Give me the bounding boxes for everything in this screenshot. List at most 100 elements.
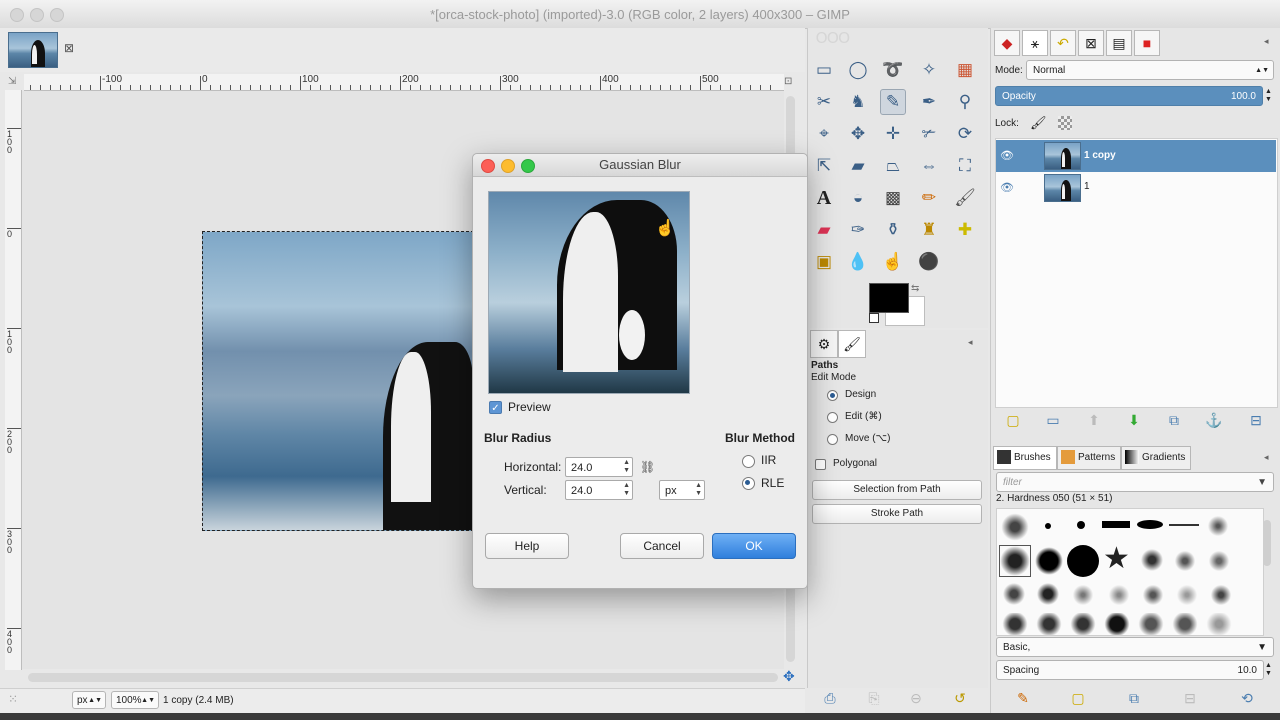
- reset-options-icon[interactable]: ↺: [950, 688, 970, 708]
- edit-brush-icon[interactable]: ✎: [1013, 688, 1033, 708]
- heal-icon[interactable]: ✚: [952, 217, 978, 243]
- color-picker-icon[interactable]: ✒: [916, 89, 942, 115]
- new-layer-group-icon[interactable]: ▭: [1043, 410, 1063, 430]
- rect-select-icon[interactable]: ▭: [811, 57, 837, 83]
- selection-from-path-button[interactable]: Selection from Path: [812, 480, 982, 500]
- zoom-tool-icon[interactable]: ⚲: [952, 89, 978, 115]
- brush-item[interactable]: [1035, 581, 1061, 607]
- swap-colors-icon[interactable]: ⇆: [911, 283, 919, 294]
- new-layer-icon[interactable]: ▢: [1003, 410, 1023, 430]
- images-tab-icon[interactable]: ▤: [1106, 30, 1132, 56]
- spacing-stepper[interactable]: ▲ ▼: [1265, 662, 1272, 678]
- brush-item[interactable]: [1035, 613, 1063, 635]
- paths-tool-icon[interactable]: ✎: [880, 89, 906, 115]
- brush-item[interactable]: [1169, 524, 1199, 526]
- perspective-icon[interactable]: ⏢: [880, 153, 906, 179]
- horizontal-radius-input[interactable]: 24.0 ▲ ▼: [565, 457, 633, 477]
- help-button[interactable]: Help: [485, 533, 569, 559]
- default-colors-icon[interactable]: [869, 313, 879, 323]
- move-tool-icon[interactable]: ✥: [845, 121, 871, 147]
- layer-row[interactable]: 👁 1: [996, 172, 1276, 204]
- bucket-fill-icon[interactable]: ◒: [845, 185, 871, 211]
- fuzzy-select-icon[interactable]: ✧: [916, 57, 942, 83]
- dock-menu-icon[interactable]: ◂: [1264, 36, 1269, 47]
- brush-item[interactable]: [999, 545, 1031, 577]
- flip-icon[interactable]: ⇔: [916, 153, 942, 179]
- horizontal-scrollbar[interactable]: [28, 673, 778, 682]
- dock-menu-icon[interactable]: ◂: [968, 337, 973, 348]
- brush-item[interactable]: [1139, 547, 1165, 573]
- mode-select[interactable]: Normal ▲▼: [1026, 60, 1274, 80]
- lasso-icon[interactable]: ➰: [880, 57, 906, 83]
- anchor-layer-icon[interactable]: ⚓: [1204, 410, 1224, 430]
- chain-link-icon[interactable]: ⛓: [640, 460, 655, 474]
- rotate-icon[interactable]: ⟳: [952, 121, 978, 147]
- zoom-follow-icon[interactable]: ⊡: [784, 76, 792, 87]
- opacity-slider[interactable]: Opacity 100.0: [995, 86, 1263, 106]
- vertical-radius-input[interactable]: 24.0 ▲ ▼: [565, 480, 633, 500]
- brush-item[interactable]: [1067, 545, 1099, 577]
- ok-button[interactable]: OK: [712, 533, 796, 559]
- duplicate-brush-icon[interactable]: ⧉: [1124, 688, 1144, 708]
- delete-layer-icon[interactable]: ⊟: [1246, 410, 1266, 430]
- visibility-eye-icon[interactable]: 👁: [1000, 181, 1014, 194]
- clone-icon[interactable]: ♜: [916, 217, 942, 243]
- navigate-icon[interactable]: ✥: [783, 668, 795, 685]
- text-tool-icon[interactable]: A: [811, 185, 837, 211]
- lower-layer-icon[interactable]: ⬇: [1124, 410, 1144, 430]
- pencil-icon[interactable]: ✏: [916, 185, 942, 211]
- brush-item[interactable]: [1175, 583, 1199, 607]
- paintbrush-icon[interactable]: 🖌: [952, 185, 978, 211]
- brush-item[interactable]: [1173, 549, 1197, 573]
- scissors-icon[interactable]: ✂: [811, 89, 837, 115]
- cage-transform-icon[interactable]: ⛶: [952, 153, 978, 179]
- edit-radio[interactable]: [827, 412, 838, 423]
- align-icon[interactable]: ✛: [880, 121, 906, 147]
- brush-tab-icon[interactable]: 🖌: [838, 330, 866, 358]
- layers-tab-icon[interactable]: ◆: [994, 30, 1020, 56]
- shear-icon[interactable]: ▰: [845, 153, 871, 179]
- move-radio[interactable]: [827, 434, 838, 445]
- save-options-icon[interactable]: ⎙: [820, 688, 840, 708]
- brush-item[interactable]: [999, 511, 1031, 543]
- brush-item[interactable]: [1137, 520, 1163, 529]
- brush-item[interactable]: [1207, 515, 1229, 537]
- gradients-tab[interactable]: Gradients: [1121, 446, 1191, 470]
- brush-item[interactable]: [1035, 547, 1063, 575]
- preview-checkbox[interactable]: ✓: [489, 401, 502, 414]
- brush-item[interactable]: [1077, 521, 1085, 529]
- unit-select[interactable]: px▲▼: [659, 480, 705, 500]
- channels-tab-icon[interactable]: ⚹: [1022, 30, 1048, 56]
- ink-icon[interactable]: ⚱: [880, 217, 906, 243]
- opacity-stepper[interactable]: ▲ ▼: [1265, 88, 1272, 104]
- brush-item[interactable]: [1207, 549, 1231, 573]
- vertical-ruler[interactable]: 100 0 100 200 300 400: [5, 90, 22, 670]
- brush-filter-input[interactable]: filter ▼: [996, 472, 1274, 492]
- brush-item[interactable]: [1069, 613, 1097, 635]
- zoom-select[interactable]: 100% ▲▼: [111, 691, 159, 709]
- design-radio[interactable]: [827, 390, 838, 401]
- patterns-tab[interactable]: Patterns: [1057, 446, 1121, 470]
- blend-icon[interactable]: ▩: [880, 185, 906, 211]
- spacing-slider[interactable]: Spacing 10.0: [996, 660, 1264, 680]
- blur-sharpen-icon[interactable]: 💧: [845, 249, 871, 275]
- dialog-zoom-button[interactable]: [521, 159, 535, 173]
- iir-radio[interactable]: [742, 455, 755, 468]
- ellipse-select-icon[interactable]: ◯: [845, 57, 871, 83]
- cancel-button[interactable]: Cancel: [620, 533, 704, 559]
- polygonal-checkbox[interactable]: [815, 459, 826, 470]
- colors-tab-icon[interactable]: ■: [1134, 30, 1160, 56]
- brush-item[interactable]: [1141, 583, 1165, 607]
- brush-item[interactable]: [1171, 613, 1199, 635]
- brush-item[interactable]: ★: [1103, 543, 1130, 575]
- brush-preset-select[interactable]: Basic, ▼: [996, 637, 1274, 657]
- stroke-path-button[interactable]: Stroke Path: [812, 504, 982, 524]
- lock-pixels-icon[interactable]: 🖌: [1030, 115, 1047, 131]
- ruler-corner-icon[interactable]: ⇲: [8, 76, 16, 87]
- scale-icon[interactable]: ⇱: [811, 153, 837, 179]
- brushes-grid[interactable]: ★: [996, 508, 1264, 636]
- dialog-close-button[interactable]: [481, 159, 495, 173]
- brush-item[interactable]: [1103, 613, 1131, 635]
- delete-brush-icon[interactable]: ⊟: [1180, 688, 1200, 708]
- brush-item[interactable]: [1045, 523, 1051, 529]
